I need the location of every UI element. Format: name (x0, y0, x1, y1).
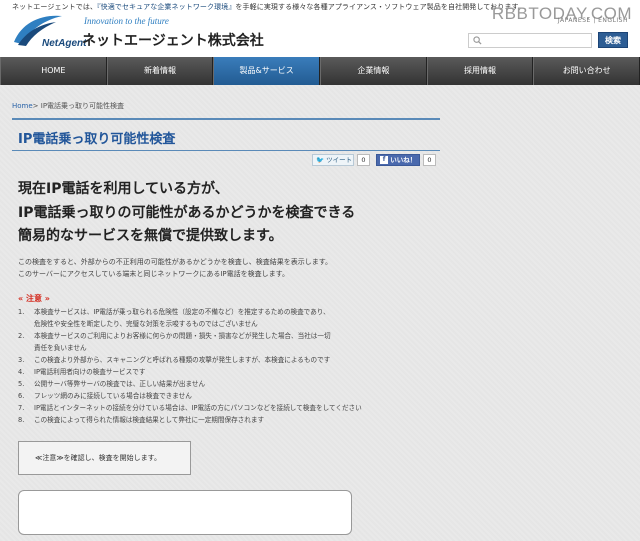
headline-line: 現在IP電話を利用している方が、 (18, 181, 229, 197)
list-item: 7. IP電話とインターネットの接続を分けている場合は、IP電話の方にパソコンなど… (18, 404, 362, 412)
main-nav: HOME 新着情報 製品&サービス 企業情報 採用情報 お問い合わせ (0, 57, 640, 85)
twitter-bird-icon: 🐦 (316, 156, 325, 164)
like-count: 0 (423, 154, 436, 166)
site-tagline: ネットエージェントでは、『快適でセキュアな企業ネットワーク環境』を手軽に実現する… (12, 3, 525, 11)
logo-text-en: NetAgent (42, 38, 87, 49)
caution-list: 1. 本検査サービスは、IP電話が乗っ取られる危険性（設定の不備など）を推定するた… (18, 306, 362, 426)
like-button[interactable]: f いいね！ (376, 154, 420, 166)
tweet-button[interactable]: 🐦 ツイート (312, 154, 354, 166)
start-inspection-button[interactable]: ≪注意≫を確認し、検査を開始します。 (18, 441, 191, 475)
list-item: 2. 本検査サービスのご利用によりお客様に何らかの問題・損失・損害などが発生した場… (18, 332, 331, 352)
breadcrumb: Home> IP電話乗っ取り可能性検査 (12, 101, 124, 111)
page-title: IP電話乗っ取り可能性検査 (18, 132, 176, 147)
search-icon (473, 36, 482, 45)
nav-item-recruit[interactable]: 採用情報 (426, 57, 534, 85)
nav-item-company[interactable]: 企業情報 (320, 57, 427, 85)
logo-slogan: Innovation to the future (84, 16, 169, 26)
nav-item-news[interactable]: 新着情報 (106, 57, 214, 85)
intro-line: この検査をすると、外部からの不正利用の可能性があるかどうかを検査し、検査結果を表… (18, 258, 333, 266)
caution-heading: « 注意 » (18, 294, 50, 303)
nav-item-contact[interactable]: お問い合わせ (533, 57, 640, 85)
tweet-label: ツイート (326, 156, 353, 164)
company-logo[interactable]: NetAgent Innovation to the future ネットエージ… (12, 12, 272, 49)
tweet-count: 0 (357, 154, 370, 166)
language-links[interactable]: JAPANESE | ENGLISH (558, 17, 628, 24)
search-button[interactable]: 検索 (598, 32, 628, 48)
intro-line: このサーバーにアクセスしている端末と同じネットワークにあるIP電話を検査します。 (18, 270, 289, 278)
facebook-icon: f (380, 156, 388, 164)
list-item: 3. この検査より外部から、スキャニングと呼ばれる種類の攻撃が発生しますが、本検査… (18, 356, 331, 364)
list-item: 5. 公開サーバ等弊サーバの検査では、正しい結果が出ません (18, 380, 206, 388)
like-label: いいね！ (390, 156, 417, 164)
list-item: 4. IP電話利用者向けの検査サービスです (18, 368, 146, 376)
nav-item-products[interactable]: 製品&サービス (213, 57, 321, 85)
page-title-box: IP電話乗っ取り可能性検査 (12, 118, 440, 151)
logo-text-jp: ネットエージェント株式会社 (82, 33, 264, 49)
breadcrumb-current: IP電話乗っ取り可能性検査 (38, 102, 125, 110)
breadcrumb-home[interactable]: Home (12, 102, 33, 110)
list-item: 1. 本検査サービスは、IP電話が乗っ取られる危険性（設定の不備など）を推定するた… (18, 308, 330, 328)
list-item: 6. フレッツ網のみに接続している場合は検査できません (18, 392, 192, 400)
site-header: ネットエージェントでは、『快適でセキュアな企業ネットワーク環境』を手軽に実現する… (0, 0, 640, 57)
search-input[interactable] (468, 33, 592, 48)
headline: 現在IP電話を利用している方が、 IP電話乗っ取りの可能性があるかどうかを検査で… (18, 178, 355, 249)
nav-item-home[interactable]: HOME (0, 57, 107, 85)
result-display-box (18, 490, 352, 535)
intro-text: この検査をすると、外部からの不正利用の可能性があるかどうかを検査し、検査結果を表… (18, 256, 332, 280)
list-item: 8. この検査によって得られた情報は検査結果として弊社に一定期間保存されます (18, 416, 265, 424)
headline-line: 簡易的なサービスを無償で提供致します。 (18, 228, 283, 244)
headline-line: IP電話乗っ取りの可能性があるかどうかを検査できる (18, 204, 356, 221)
